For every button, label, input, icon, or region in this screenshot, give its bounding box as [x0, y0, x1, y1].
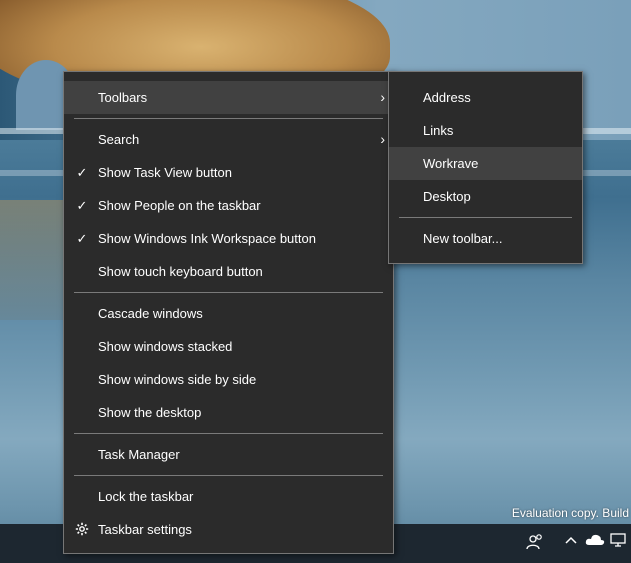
- menu-separator: [74, 118, 383, 119]
- menu-item-label: Show windows stacked: [98, 339, 233, 354]
- taskbar-context-menu: Toolbars › Search › ✓ Show Task View but…: [63, 71, 394, 554]
- checkmark-icon: ✓: [76, 198, 88, 213]
- menu-item-toolbars[interactable]: Toolbars ›: [64, 81, 393, 114]
- chevron-up-icon[interactable]: [560, 532, 582, 554]
- submenu-item-new-toolbar[interactable]: New toolbar...: [389, 222, 582, 255]
- menu-item-label: Show Windows Ink Workspace button: [98, 231, 316, 246]
- menu-item-label: Search: [98, 132, 140, 147]
- menu-item-show-windows-stacked[interactable]: Show windows stacked: [64, 330, 393, 363]
- menu-item-label: Task Manager: [98, 447, 180, 462]
- menu-item-lock-taskbar[interactable]: Lock the taskbar: [64, 480, 393, 513]
- menu-item-show-task-view[interactable]: ✓ Show Task View button: [64, 156, 393, 189]
- menu-separator: [399, 217, 572, 218]
- menu-item-label: Show the desktop: [98, 405, 202, 420]
- menu-item-task-manager[interactable]: Task Manager: [64, 438, 393, 471]
- submenu-item-desktop[interactable]: Desktop: [389, 180, 582, 213]
- menu-item-label: Show People on the taskbar: [98, 198, 261, 213]
- checkmark-icon: ✓: [76, 165, 88, 180]
- menu-item-label: Workrave: [423, 156, 479, 171]
- menu-item-label: Address: [423, 90, 471, 105]
- checkmark-icon: ✓: [76, 231, 88, 246]
- menu-item-label: Show Task View button: [98, 165, 232, 180]
- menu-item-taskbar-settings[interactable]: Taskbar settings: [64, 513, 393, 546]
- menu-item-show-ink-workspace[interactable]: ✓ Show Windows Ink Workspace button: [64, 222, 393, 255]
- menu-separator: [74, 433, 383, 434]
- onedrive-cloud-icon[interactable]: [584, 532, 606, 554]
- menu-item-label: Lock the taskbar: [98, 489, 194, 504]
- submenu-item-links[interactable]: Links: [389, 114, 582, 147]
- chevron-right-icon: ›: [380, 89, 385, 105]
- evaluation-watermark: Evaluation copy. Build: [511, 506, 629, 520]
- menu-item-label: Taskbar settings: [98, 522, 192, 537]
- menu-item-cascade-windows[interactable]: Cascade windows: [64, 297, 393, 330]
- menu-item-label: Desktop: [423, 189, 471, 204]
- submenu-item-workrave[interactable]: Workrave: [389, 147, 582, 180]
- menu-item-label: Cascade windows: [98, 306, 203, 321]
- menu-item-show-the-desktop[interactable]: Show the desktop: [64, 396, 393, 429]
- menu-item-show-touch-keyboard[interactable]: Show touch keyboard button: [64, 255, 393, 288]
- menu-item-label: Show windows side by side: [98, 372, 257, 387]
- network-icon[interactable]: [607, 532, 629, 554]
- menu-item-label: Show touch keyboard button: [98, 264, 263, 279]
- menu-item-label: New toolbar...: [423, 231, 503, 246]
- menu-item-search[interactable]: Search ›: [64, 123, 393, 156]
- people-icon[interactable]: [524, 532, 546, 554]
- menu-item-label: Links: [423, 123, 454, 138]
- menu-separator: [74, 292, 383, 293]
- menu-item-label: Toolbars: [98, 90, 148, 105]
- chevron-right-icon: ›: [380, 131, 385, 147]
- gear-icon: [74, 513, 90, 546]
- submenu-item-address[interactable]: Address: [389, 81, 582, 114]
- toolbars-submenu: Address Links Workrave Desktop New toolb…: [388, 71, 583, 264]
- menu-separator: [74, 475, 383, 476]
- menu-item-show-people[interactable]: ✓ Show People on the taskbar: [64, 189, 393, 222]
- menu-item-show-windows-side-by-side[interactable]: Show windows side by side: [64, 363, 393, 396]
